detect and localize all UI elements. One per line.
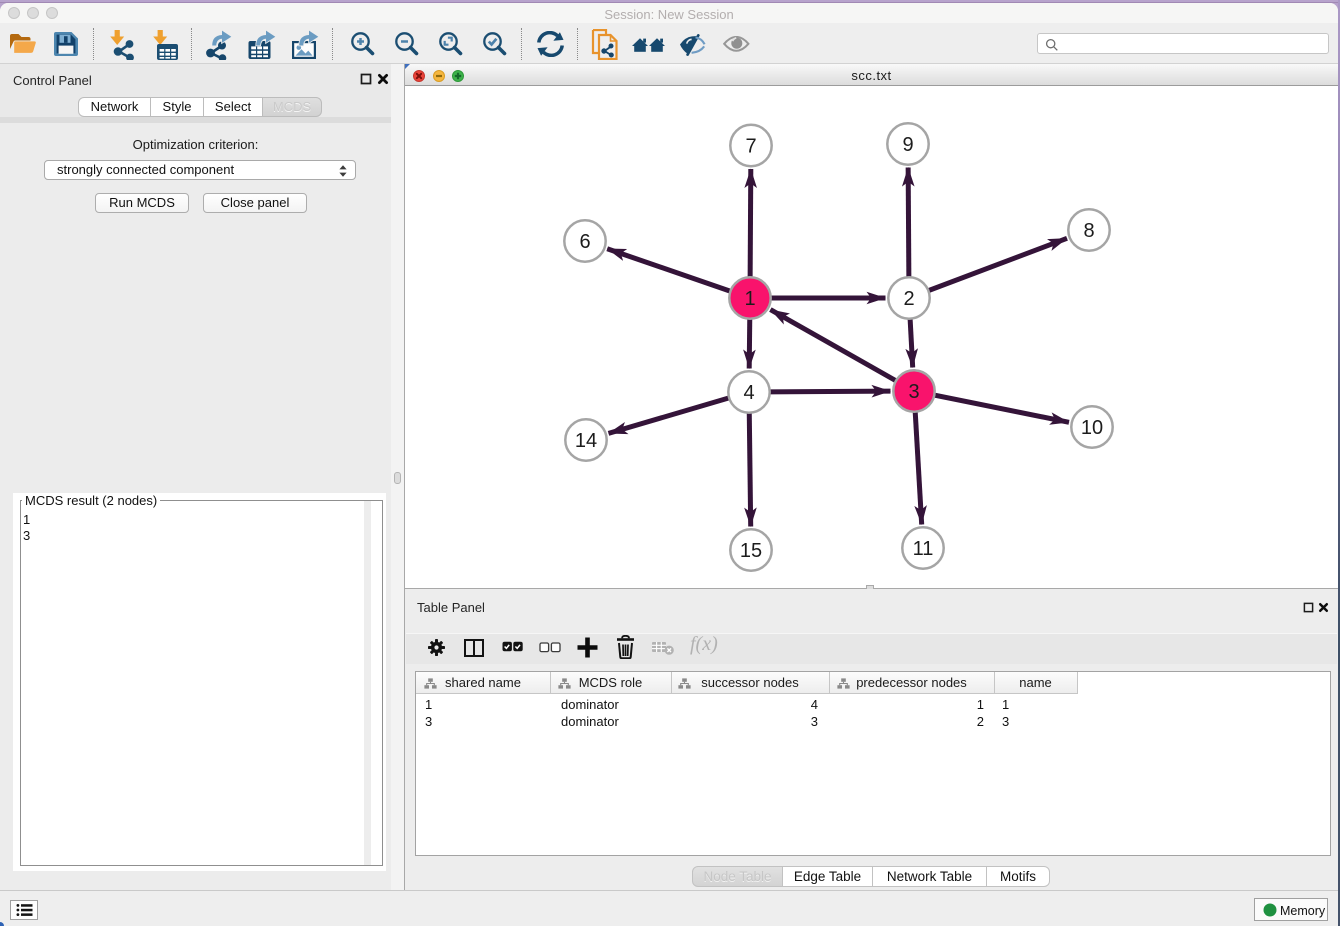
svg-text:15: 15 (740, 540, 762, 562)
svg-text:2: 2 (903, 288, 914, 310)
svg-text:6: 6 (579, 231, 590, 253)
svg-text:1: 1 (744, 288, 755, 310)
svg-text:4: 4 (743, 382, 754, 404)
svg-text:14: 14 (575, 430, 597, 452)
svg-text:11: 11 (913, 538, 934, 560)
svg-text:7: 7 (745, 136, 756, 158)
svg-text:3: 3 (908, 381, 919, 403)
svg-text:10: 10 (1081, 417, 1103, 439)
svg-text:9: 9 (902, 134, 913, 156)
svg-text:8: 8 (1083, 220, 1094, 242)
